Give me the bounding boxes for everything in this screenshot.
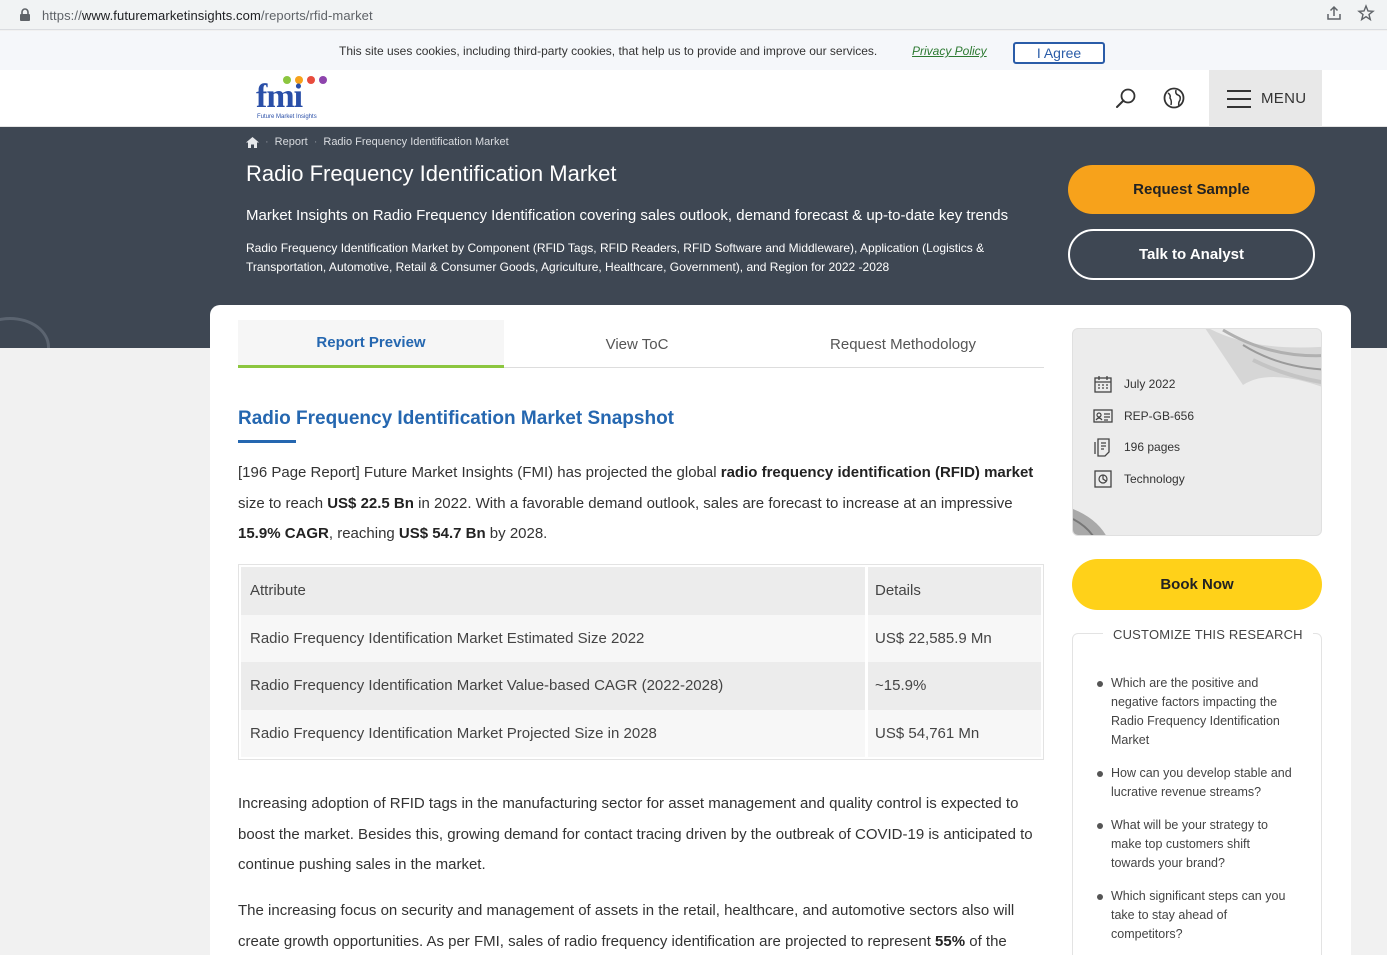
privacy-policy-link[interactable]: Privacy Policy (912, 44, 987, 58)
heading-underline (238, 440, 296, 443)
breadcrumb-current: Radio Frequency Identification Market (323, 136, 509, 148)
menu-button[interactable]: MENU (1209, 70, 1322, 127)
cookie-banner: This site uses cookies, including third-… (0, 31, 1387, 70)
customize-questions: Which are the positive and negative fact… (1097, 674, 1297, 955)
share-icon[interactable] (1325, 4, 1343, 22)
hamburger-icon (1227, 89, 1251, 108)
breadcrumb-report[interactable]: Report (275, 136, 308, 148)
book-now-button[interactable]: Book Now (1072, 559, 1322, 610)
decorative-marble (1205, 329, 1321, 387)
list-item: What will be your strategy to make top c… (1097, 816, 1297, 873)
market-drivers-paragraph: Increasing adoption of RFID tags in the … (238, 795, 1033, 873)
url-field[interactable]: https://www.futuremarketinsights.com/rep… (4, 3, 1382, 27)
page-title: Radio Frequency Identification Market (246, 161, 617, 186)
report-scope-description: Radio Frequency Identification Market by… (246, 241, 985, 274)
info-pages: 196 pages (1093, 437, 1180, 457)
tab-view-toc[interactable]: View ToC (504, 320, 770, 368)
table-row: Radio Frequency Identification Market Es… (241, 614, 1041, 662)
category-icon (1094, 470, 1112, 488)
header-attribute: Attribute (241, 567, 868, 615)
browser-address-bar: https://www.futuremarketinsights.com/rep… (0, 0, 1387, 30)
bookmark-star-icon[interactable] (1357, 4, 1375, 22)
customize-research-box: CUSTOMIZE THIS RESEARCH Which are the po… (1072, 627, 1322, 955)
search-icon[interactable] (1114, 87, 1138, 111)
customize-title: CUSTOMIZE THIS RESEARCH (1103, 627, 1313, 642)
table-cell-attribute: Radio Frequency Identification Market Es… (241, 614, 868, 662)
info-category: Technology (1093, 469, 1185, 489)
menu-label: MENU (1261, 90, 1307, 107)
calendar-icon (1094, 376, 1112, 393)
table-cell-details: ~15.9% (875, 677, 927, 695)
table-row: Radio Frequency Identification Market Pr… (241, 709, 1041, 757)
table-cell-details: US$ 54,761 Mn (875, 724, 980, 742)
report-tabs: Report Preview View ToC Request Methodol… (238, 320, 1044, 368)
snapshot-table: Attribute Details Radio Frequency Identi… (238, 564, 1044, 760)
table-cell-details: US$ 22,585.9 Mn (875, 629, 992, 647)
report-info-box: July 2022 REP-GB-656 196 pages Technolog… (1072, 328, 1322, 536)
cookie-message: This site uses cookies, including third-… (339, 44, 878, 58)
growth-paragraph: The increasing focus on security and man… (238, 902, 1015, 950)
decorative-swirl (0, 317, 50, 348)
snapshot-heading: Radio Frequency Identification Market Sn… (238, 408, 675, 429)
logo-subtitle: Future Market Insights (257, 114, 317, 120)
list-item: Which are the positive and negative fact… (1097, 674, 1297, 750)
table-cell-attribute: Radio Frequency Identification Market Va… (241, 662, 868, 710)
table-cell-attribute: Radio Frequency Identification Market Pr… (241, 709, 868, 757)
page-tagline: Market Insights on Radio Frequency Ident… (246, 207, 1009, 224)
list-item: Which significant steps can you take to … (1097, 887, 1297, 944)
tab-request-methodology[interactable]: Request Methodology (770, 320, 1036, 368)
pages-icon (1094, 438, 1110, 457)
decorative-marble-corner (1073, 509, 1106, 535)
talk-to-analyst-button[interactable]: Talk to Analyst (1068, 229, 1315, 280)
agree-button[interactable]: I Agree (1013, 42, 1105, 64)
home-icon[interactable] (246, 136, 259, 148)
logo-wordmark: fmi (256, 78, 303, 115)
lock-icon (20, 8, 30, 21)
breadcrumb: · Report · Radio Frequency Identificatio… (246, 136, 509, 148)
header-details: Details (875, 582, 921, 600)
list-item: How can you develop stable and lucrative… (1097, 764, 1297, 802)
info-date: July 2022 (1093, 374, 1175, 394)
tab-report-preview[interactable]: Report Preview (238, 320, 504, 368)
fmi-logo[interactable]: fmi Future Market Insights (256, 76, 332, 120)
intro-paragraph: [196 Page Report] Future Market Insights… (238, 464, 1034, 542)
info-report-code: REP-GB-656 (1093, 406, 1194, 426)
table-row: Radio Frequency Identification Market Va… (241, 662, 1041, 710)
globe-icon[interactable] (1162, 86, 1186, 110)
site-header: fmi Future Market Insights MENU (0, 70, 1387, 127)
table-header-row: Attribute Details (241, 567, 1041, 615)
request-sample-button[interactable]: Request Sample (1068, 165, 1315, 214)
url-text: https://www.futuremarketinsights.com/rep… (42, 7, 373, 23)
id-card-icon (1093, 409, 1113, 423)
